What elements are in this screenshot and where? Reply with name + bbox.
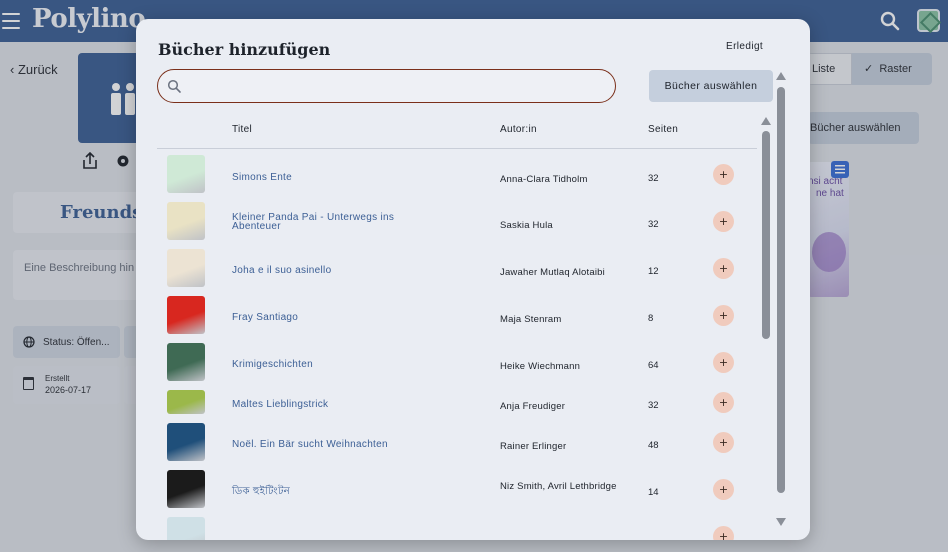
dialog-scrollbar[interactable] — [774, 69, 788, 531]
book-pages: 14 — [648, 487, 659, 498]
dialog-title: Bücher hinzufügen — [158, 40, 331, 59]
scrollbar-thumb[interactable] — [777, 87, 785, 493]
add-book-button[interactable]: + — [713, 392, 734, 413]
add-book-button[interactable]: + — [713, 258, 734, 279]
scroll-down-arrow[interactable] — [776, 518, 786, 526]
search-input[interactable] — [190, 75, 600, 97]
add-book-button[interactable]: + — [713, 432, 734, 453]
search-icon — [167, 79, 181, 93]
add-book-button[interactable]: + — [713, 305, 734, 326]
add-book-button[interactable]: + — [713, 352, 734, 373]
add-book-button[interactable]: + — [713, 479, 734, 500]
book-pages: 8 — [648, 313, 654, 324]
table-scrollbar[interactable] — [760, 115, 772, 540]
add-books-dialog: Bücher hinzufügen Erledigt Bücher auswäh… — [136, 19, 810, 540]
book-author: Jawaher Mutlaq Alotaibi — [500, 267, 605, 278]
book-title[interactable]: Krimigeschichten — [232, 360, 432, 370]
book-title[interactable]: Noël. Ein Bär sucht Weihnachten — [232, 440, 432, 450]
column-title[interactable]: Titel — [232, 124, 252, 135]
book-title[interactable]: ডিক হুইটিংটন — [232, 487, 432, 497]
column-author[interactable]: Autor:in — [500, 124, 537, 135]
book-author: Rainer Erlinger — [500, 441, 567, 452]
table-scrollbar-thumb[interactable] — [762, 131, 770, 339]
book-pages: 48 — [648, 440, 659, 451]
book-cover[interactable] — [167, 296, 205, 334]
book-cover[interactable] — [167, 423, 205, 461]
book-author: Saskia Hula — [500, 220, 553, 231]
book-pages: 12 — [648, 266, 659, 277]
table-scroll-up-arrow[interactable] — [761, 117, 771, 125]
done-button[interactable]: Erledigt — [726, 41, 763, 52]
book-title[interactable]: Fray Santiago — [232, 313, 432, 323]
book-cover[interactable] — [167, 517, 205, 540]
book-author: Anna-Clara Tidholm — [500, 174, 588, 185]
table-header: Titel Autor:in Seiten — [157, 111, 757, 149]
book-pages: 32 — [648, 173, 659, 184]
book-title[interactable]: Kleiner Panda Pai - Unterwegs ins Abente… — [232, 213, 432, 232]
book-cover[interactable] — [167, 155, 205, 193]
books-table: Titel Autor:in Seiten Simons Ente Anna-Cl… — [157, 111, 772, 540]
add-book-button[interactable]: + — [713, 211, 734, 232]
book-cover[interactable] — [167, 202, 205, 240]
select-books-button[interactable]: Bücher auswählen — [649, 70, 773, 102]
add-book-button[interactable]: + — [713, 164, 734, 185]
book-cover[interactable] — [167, 470, 205, 508]
book-title[interactable]: Joha e il suo asinello — [232, 266, 432, 276]
book-cover[interactable] — [167, 390, 205, 414]
book-pages: 64 — [648, 360, 659, 371]
book-cover[interactable] — [167, 343, 205, 381]
add-book-button[interactable]: + — [713, 526, 734, 540]
book-author: Anja Freudiger — [500, 401, 566, 412]
book-cover[interactable] — [167, 249, 205, 287]
book-pages: 32 — [648, 219, 659, 230]
book-title[interactable]: Maltes Lieblingstrick — [232, 400, 432, 410]
book-pages: 32 — [648, 400, 659, 411]
book-author: Maja Stenram — [500, 314, 562, 325]
scroll-up-arrow[interactable] — [776, 72, 786, 80]
book-author: Niz Smith, Avril Lethbridge — [500, 481, 617, 492]
column-pages[interactable]: Seiten — [648, 124, 678, 135]
book-author: Heike Wiechmann — [500, 361, 581, 372]
book-title[interactable]: Simons Ente — [232, 173, 432, 183]
search-field[interactable] — [157, 69, 616, 103]
